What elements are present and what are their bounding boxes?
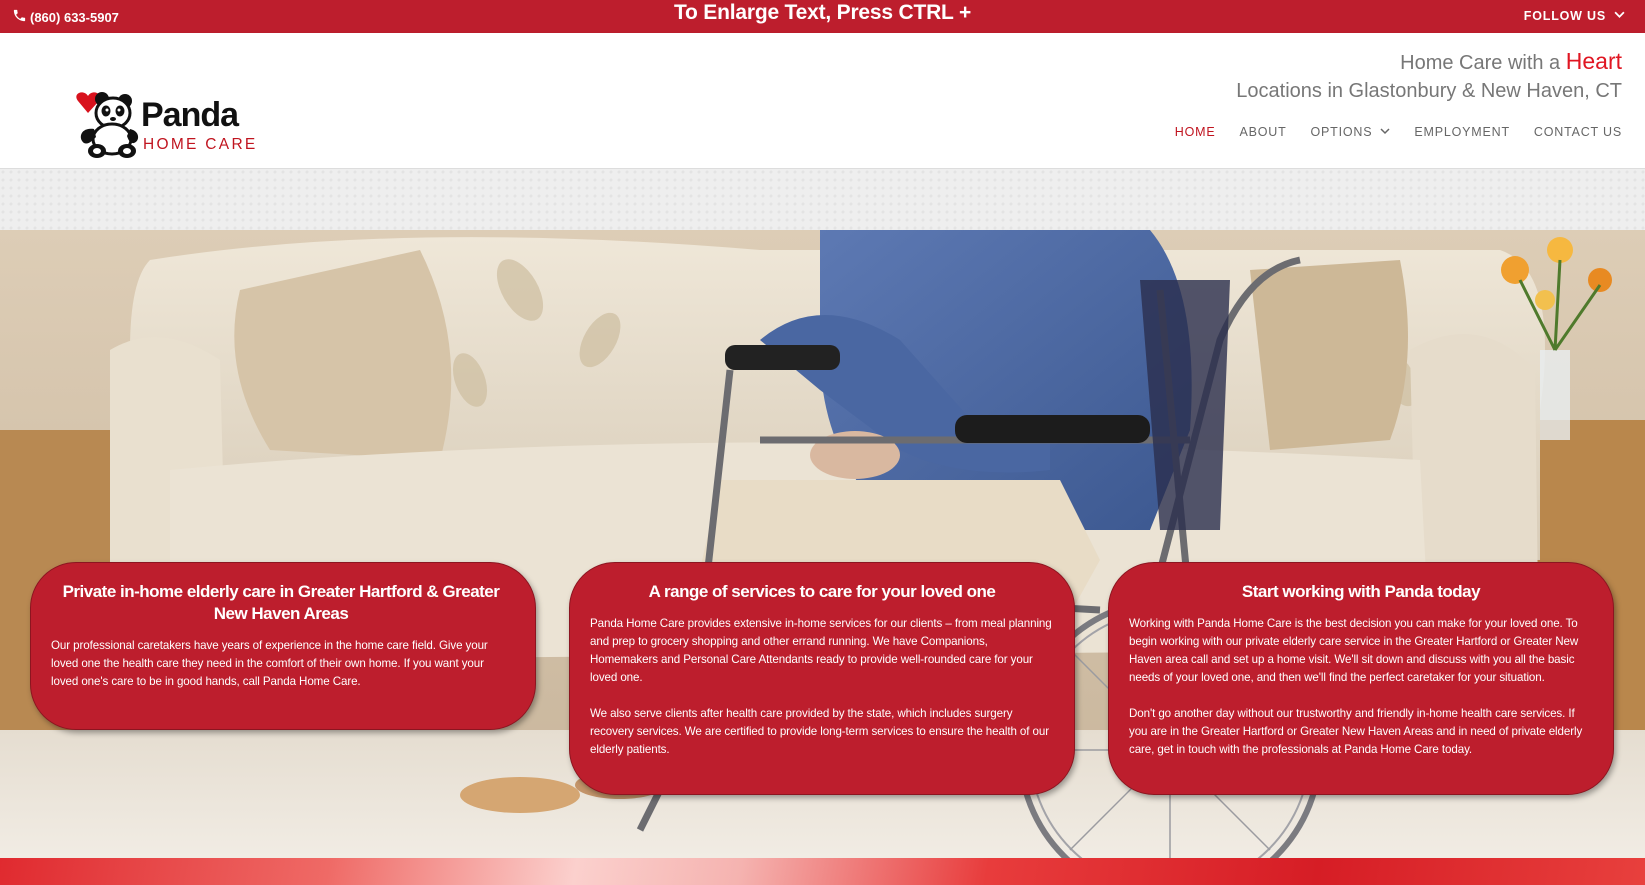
card-paragraph: Working with Panda Home Care is the best… xyxy=(1129,617,1579,684)
tagline-heart: Heart xyxy=(1565,48,1622,74)
logo-brand-text: Panda xyxy=(141,96,239,134)
main-nav: HOME ABOUT OPTIONS EMPLOYMENT CONTACT US xyxy=(1175,125,1622,139)
logo-link[interactable]: Panda HOME CARE xyxy=(70,89,260,159)
nav-item-label: HOME xyxy=(1174,125,1216,139)
card-paragraph: Panda Home Care provides extensive in-ho… xyxy=(590,617,1052,684)
chevron-down-icon xyxy=(1380,125,1390,139)
pattern-strip xyxy=(0,169,1645,230)
card-title: Private in-home elderly care in Greater … xyxy=(62,582,500,623)
chevron-down-icon xyxy=(1614,9,1625,23)
nav-item-label: EMPLOYMENT xyxy=(1414,125,1510,139)
card-paragraph: Our professional caretakers have years o… xyxy=(51,639,488,688)
enlarge-text-notice: To Enlarge Text, Press CTRL + xyxy=(673,1,972,24)
nav-item-label: CONTACT US xyxy=(1533,125,1622,139)
nav-item-options[interactable]: OPTIONS xyxy=(1311,125,1391,139)
card-title: A range of services to care for your lov… xyxy=(648,582,996,601)
nav-item-label: ABOUT xyxy=(1239,125,1287,139)
info-card-elderly-care: Private in-home elderly care in Greater … xyxy=(30,562,536,730)
top-bar: (860) 633-5907 To Enlarge Text, Press CT… xyxy=(0,0,1645,33)
nav-item-contact-us[interactable]: CONTACT US xyxy=(1534,125,1622,139)
follow-us-dropdown[interactable]: FOLLOW US xyxy=(1524,9,1625,23)
nav-item-label: OPTIONS xyxy=(1310,125,1373,139)
tagline: Home Care with a Heart xyxy=(1400,48,1622,75)
logo-sub-text: HOME CARE xyxy=(143,136,258,153)
panda-logo-icon xyxy=(76,92,139,158)
nav-item-home[interactable]: HOME xyxy=(1175,125,1216,139)
site-header: Panda HOME CARE Home Care with a Heart L… xyxy=(0,33,1645,169)
card-paragraph: Don't go another day without our trustwo… xyxy=(1129,707,1583,756)
bottom-decorative-band xyxy=(0,858,1645,885)
nav-item-employment[interactable]: EMPLOYMENT xyxy=(1414,125,1510,139)
card-title: Start working with Panda today xyxy=(1241,582,1481,601)
info-card-start-working: Start working with Panda today Working w… xyxy=(1108,562,1614,795)
card-paragraph: We also serve clients after health care … xyxy=(590,707,1049,756)
tagline-prefix: Home Care with a xyxy=(1400,52,1561,74)
info-card-services: A range of services to care for your lov… xyxy=(569,562,1075,795)
nav-item-about[interactable]: ABOUT xyxy=(1239,125,1286,139)
follow-us-label: FOLLOW US xyxy=(1523,9,1606,23)
locations-text: Locations in Glastonbury & New Haven, CT xyxy=(1236,80,1622,102)
